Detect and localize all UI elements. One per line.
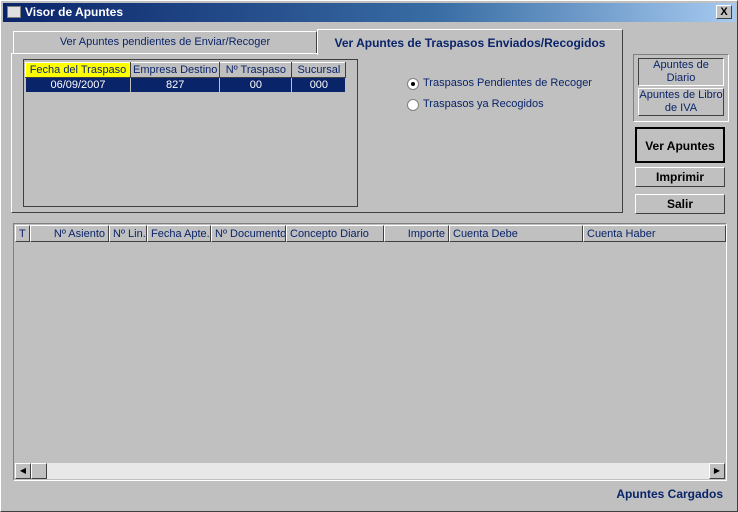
close-button[interactable]: X (716, 5, 732, 19)
status-text: Apuntes Cargados (616, 487, 723, 501)
column-header-n-traspaso[interactable]: Nº Traspaso (219, 62, 293, 78)
apuntes-grid: T Nº Asiento Nº Lin. Fecha Apte. Nº Docu… (13, 223, 727, 481)
column-header-empresa-destino[interactable]: Empresa Destino (129, 62, 221, 78)
column-header-importe[interactable]: Importe (384, 225, 449, 242)
column-header-t[interactable]: T (15, 225, 30, 242)
column-header-n-asiento[interactable]: Nº Asiento (30, 225, 109, 242)
cell-sucursal[interactable]: 000 (291, 77, 347, 93)
column-header-sucursal[interactable]: Sucursal (291, 62, 347, 78)
radio-label: Traspasos ya Recogidos (423, 98, 544, 110)
cell-traspaso[interactable]: 00 (219, 77, 293, 93)
window-title: Visor de Apuntes (25, 5, 124, 19)
column-header-n-documento[interactable]: Nº Documento (211, 225, 286, 242)
tab-pendientes[interactable]: Ver Apuntes pendientes de Enviar/Recoger (13, 31, 317, 53)
ver-apuntes-button[interactable]: Ver Apuntes (635, 127, 725, 163)
column-header-fecha-apte[interactable]: Fecha Apte. (147, 225, 211, 242)
scroll-thumb[interactable] (31, 463, 47, 479)
traspasos-grid: Fecha del Traspaso Empresa Destino Nº Tr… (23, 59, 358, 207)
apuntes-type-group: Apuntes de Diario Apuntes de Libro de IV… (633, 54, 729, 122)
column-header-n-lin[interactable]: Nº Lin. (109, 225, 147, 242)
radio-dot-unchecked[interactable] (407, 99, 419, 111)
column-header-concepto-diario[interactable]: Concepto Diario (286, 225, 384, 242)
column-header-fecha-traspaso[interactable]: Fecha del Traspaso (25, 62, 131, 78)
app-icon (7, 6, 21, 18)
cell-fecha[interactable]: 06/09/2007 (25, 77, 131, 93)
tab-traspasos[interactable]: Ver Apuntes de Traspasos Enviados/Recogi… (317, 29, 623, 55)
title-bar: Visor de Apuntes X (3, 3, 735, 22)
scroll-right-icon[interactable]: ▶ (709, 463, 725, 479)
apuntes-iva-button[interactable]: Apuntes de Libro de IVA (638, 88, 724, 116)
cell-empresa[interactable]: 827 (129, 77, 221, 93)
apuntes-diario-button[interactable]: Apuntes de Diario (638, 58, 724, 86)
column-header-cuenta-haber[interactable]: Cuenta Haber (583, 225, 726, 242)
scroll-left-icon[interactable]: ◀ (15, 463, 31, 479)
column-header-cuenta-debe[interactable]: Cuenta Debe (449, 225, 583, 242)
radio-dot-checked[interactable] (407, 78, 419, 90)
main-window: Visor de Apuntes X Ver Apuntes pendiente… (0, 0, 738, 512)
imprimir-button[interactable]: Imprimir (635, 167, 725, 187)
radio-label: Traspasos Pendientes de Recoger (423, 77, 592, 89)
table-row[interactable]: 06/09/2007 827 00 000 (25, 77, 347, 93)
salir-button[interactable]: Salir (635, 194, 725, 214)
horizontal-scrollbar[interactable]: ◀ ▶ (15, 463, 725, 479)
